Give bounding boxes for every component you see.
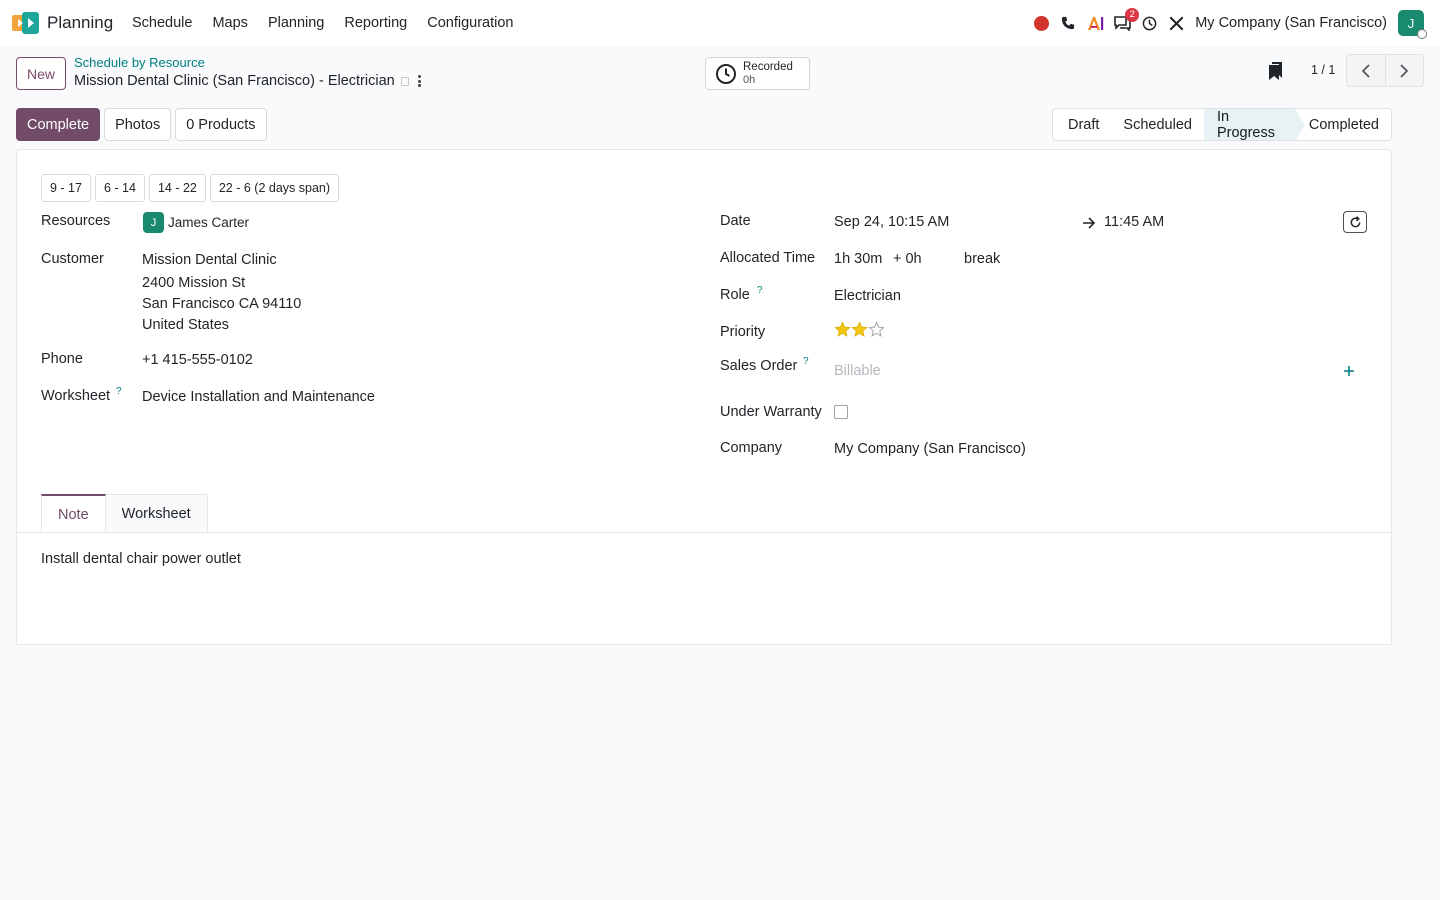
timer-value: 0h [743, 73, 756, 86]
notebook-tabs: Note Worksheet [41, 494, 208, 533]
role-label: Role [720, 287, 750, 303]
phone-label: Phone [41, 351, 83, 367]
under-warranty-checkbox[interactable] [834, 405, 848, 419]
clock-icon[interactable] [1140, 14, 1158, 32]
tab-note[interactable]: Note [41, 494, 106, 533]
resource-avatar: J [143, 212, 164, 233]
priority-stars [834, 321, 885, 338]
phone-icon[interactable] [1059, 14, 1077, 32]
menu-maps[interactable]: Maps [212, 15, 247, 31]
sales-order-help-icon[interactable]: ? [803, 356, 809, 367]
timer-label: Recorded [743, 60, 793, 73]
stage-completed[interactable]: Completed [1295, 109, 1391, 140]
stage-draft[interactable]: Draft [1053, 109, 1111, 140]
presence-status-icon [1417, 29, 1427, 39]
timer-text: Recorded 0h [743, 61, 793, 87]
recorded-timer[interactable]: Recorded 0h [705, 57, 810, 90]
record-title-text: Mission Dental Clinic (San Francisco) - … [74, 73, 395, 89]
star-filled-icon[interactable] [851, 321, 868, 338]
resources-label: Resources [41, 213, 111, 229]
allocated-time-field[interactable]: 1h 30m [834, 251, 882, 267]
resource-tag[interactable]: James Carter [168, 215, 249, 230]
complete-button[interactable]: Complete [16, 108, 101, 141]
planning-app-icon[interactable] [12, 12, 39, 34]
customer-name[interactable]: Mission Dental Clinic [142, 252, 277, 268]
menu-schedule[interactable]: Schedule [132, 15, 192, 31]
add-sales-order-icon[interactable] [1343, 365, 1355, 377]
menu-reporting[interactable]: Reporting [344, 15, 407, 31]
worksheet-help-icon[interactable]: ? [116, 386, 122, 397]
customer-country: United States [142, 317, 230, 333]
systray: 2 My Company (San Francisco) J [1023, 8, 1427, 39]
chevron-left-icon [1361, 63, 1370, 78]
shift-template-button[interactable]: 6 - 14 [94, 174, 145, 202]
priority-label: Priority [720, 324, 766, 340]
record-icon[interactable] [1032, 14, 1050, 32]
products-button[interactable]: 0 Products [175, 108, 267, 141]
chevron-right-icon [1400, 63, 1409, 78]
refresh-date-button[interactable] [1343, 211, 1367, 233]
date-start-field[interactable]: Sep 24, 10:15 AM [834, 214, 949, 230]
action-buttons: Complete Photos 0 Products [16, 108, 271, 141]
timer-clock-icon [716, 63, 736, 84]
star-filled-icon[interactable] [834, 321, 851, 338]
date-end-field[interactable]: 11:45 AM [1104, 214, 1164, 230]
pager-value[interactable]: 1 / 1 [1311, 63, 1335, 77]
customer-street: 2400 Mission St [142, 275, 246, 291]
shift-template-button[interactable]: 9 - 17 [41, 174, 91, 202]
app-name[interactable]: Planning [47, 13, 113, 33]
new-button[interactable]: New [16, 57, 66, 90]
shift-template-button[interactable]: 22 - 6 (2 days span) [209, 174, 340, 202]
stage-scheduled[interactable]: Scheduled [1111, 109, 1204, 140]
arrow-right-icon [1083, 217, 1096, 229]
company-switcher[interactable]: My Company (San Francisco) [1195, 15, 1387, 31]
stage-in-progress[interactable]: In Progress [1203, 109, 1305, 140]
role-field[interactable]: Electrician [834, 288, 901, 304]
role-help-icon[interactable]: ? [757, 285, 763, 296]
star-empty-icon[interactable] [868, 321, 885, 338]
sales-order-input[interactable]: Billable [834, 363, 881, 379]
date-label: Date [720, 213, 751, 229]
messages-badge: 2 [1125, 8, 1140, 22]
bookmark-icon[interactable] [1268, 62, 1284, 80]
photos-button[interactable]: Photos [104, 108, 172, 141]
worksheet-field[interactable]: Device Installation and Maintenance [142, 389, 375, 405]
break-label: break [964, 251, 1001, 267]
tools-icon[interactable] [1167, 14, 1185, 32]
allocated-time-label: Allocated Time [720, 250, 816, 266]
allocated-extra-field[interactable]: + 0h [893, 251, 922, 267]
company-label: Company [720, 440, 783, 456]
pager-previous-button[interactable] [1347, 55, 1386, 86]
tab-worksheet[interactable]: Worksheet [105, 494, 208, 533]
note-field[interactable]: Install dental chair power outlet [41, 551, 241, 567]
tabs-divider [17, 532, 1391, 533]
kebab-menu-icon[interactable] [414, 73, 424, 89]
under-warranty-label: Under Warranty [720, 404, 822, 420]
main-menu: Schedule Maps Planning Reporting Configu… [132, 15, 534, 31]
pager-next-button[interactable] [1386, 55, 1424, 86]
top-navbar: Planning Schedule Maps Planning Reportin… [0, 0, 1440, 46]
breadcrumb-schedule-by-resource[interactable]: Schedule by Resource [74, 55, 205, 70]
shift-template-button[interactable]: 14 - 22 [148, 174, 206, 202]
ai-icon[interactable] [1086, 14, 1104, 32]
record-title: Mission Dental Clinic (San Francisco) - … [74, 73, 409, 89]
sales-order-label: Sales Order [720, 358, 798, 374]
stage-statusbar: Draft Scheduled In Progress Completed [1052, 108, 1392, 141]
refresh-icon [1350, 215, 1360, 227]
worksheet-label: Worksheet [41, 388, 111, 404]
company-field[interactable]: My Company (San Francisco) [834, 441, 1026, 457]
form-sheet: 9 - 17 6 - 14 14 - 22 22 - 6 (2 days spa… [16, 149, 1392, 645]
menu-planning[interactable]: Planning [268, 15, 324, 31]
user-avatar-initial: J [1407, 15, 1415, 31]
customer-label: Customer [41, 251, 104, 267]
menu-configuration[interactable]: Configuration [427, 15, 513, 31]
phone-field[interactable]: +1 415-555-0102 [142, 352, 253, 368]
pager-buttons [1346, 54, 1424, 87]
record-options-icon[interactable] [400, 76, 409, 86]
customer-city: San Francisco CA 94110 [142, 296, 302, 312]
messages-icon[interactable]: 2 [1113, 8, 1140, 32]
shift-templates: 9 - 17 6 - 14 14 - 22 22 - 6 (2 days spa… [41, 174, 343, 202]
user-avatar[interactable]: J [1398, 10, 1427, 39]
